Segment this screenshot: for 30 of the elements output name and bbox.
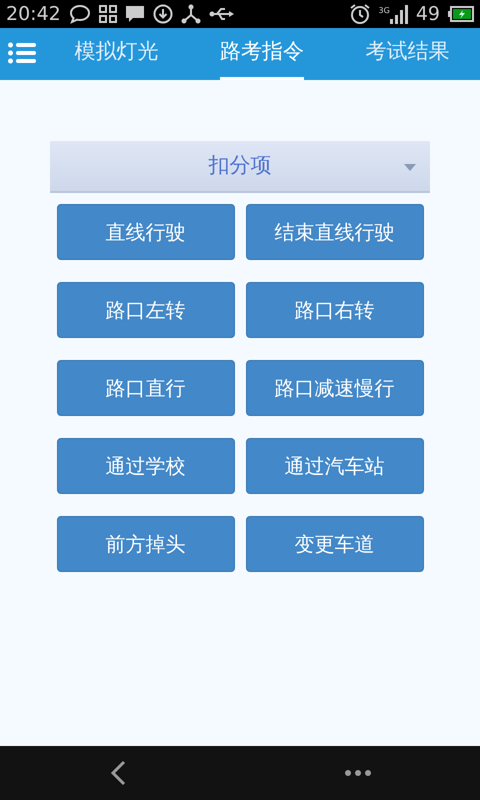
command-button[interactable]: 结束直线行驶 <box>246 204 424 260</box>
command-button[interactable]: 通过汽车站 <box>246 438 424 494</box>
tab[interactable]: 考试结果 <box>365 28 450 80</box>
grid-icon <box>98 5 117 23</box>
clock-text: 20:42 <box>6 2 61 27</box>
more-icon[interactable] <box>344 770 370 776</box>
download-icon <box>152 4 173 24</box>
command-button[interactable]: 路口直行 <box>56 360 234 416</box>
message-icon <box>124 4 145 24</box>
dropdown-arrow-icon <box>404 164 416 171</box>
alarm-icon <box>348 3 371 25</box>
command-button[interactable]: 路口右转 <box>246 282 424 338</box>
signal-icon <box>390 4 408 24</box>
deduction-dropdown[interactable]: 扣分项 <box>50 141 430 193</box>
network-type-text: 3G <box>378 5 390 17</box>
usb-icon <box>208 7 235 21</box>
tab[interactable]: 路考指令 <box>220 28 304 80</box>
command-button[interactable]: 前方掉头 <box>56 516 234 572</box>
command-button[interactable]: 通过学校 <box>56 438 234 494</box>
battery-level-text: 49 <box>416 2 440 27</box>
menu-icon[interactable] <box>8 42 36 64</box>
battery-icon <box>448 6 474 22</box>
back-icon[interactable] <box>110 760 126 786</box>
share-icon <box>180 4 201 24</box>
command-button[interactable]: 变更车道 <box>246 516 424 572</box>
tab[interactable]: 模拟灯光 <box>74 28 159 80</box>
chat-icon <box>68 4 91 24</box>
command-button[interactable]: 路口减速慢行 <box>246 360 424 416</box>
command-button[interactable]: 路口左转 <box>56 282 234 338</box>
command-button[interactable]: 直线行驶 <box>56 204 234 260</box>
